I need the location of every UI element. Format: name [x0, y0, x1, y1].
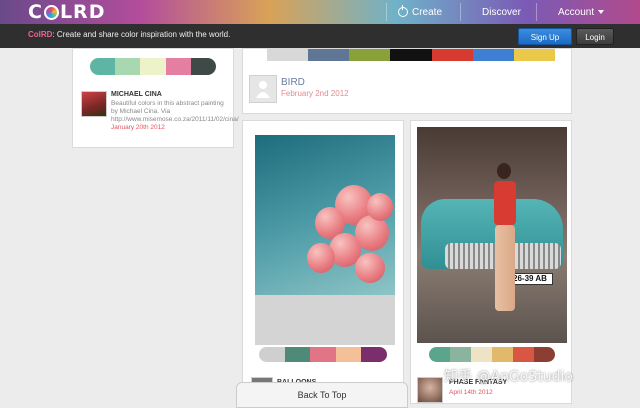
chevron-down-icon: [598, 10, 605, 14]
swatch[interactable]: [390, 49, 432, 61]
palette-strip[interactable]: [267, 49, 555, 61]
palette-image[interactable]: [255, 135, 395, 345]
swatch[interactable]: [471, 347, 492, 362]
balloons-photo: [255, 135, 395, 295]
palette-card-michael-cina[interactable]: MICHAEL CINA Beautiful colors in this ab…: [72, 48, 239, 148]
palette-swatches[interactable]: [429, 347, 555, 362]
swatch[interactable]: [140, 58, 166, 75]
avatar[interactable]: [81, 91, 107, 117]
palette-title[interactable]: BIRD: [281, 77, 305, 88]
nav-create-link[interactable]: Create: [398, 0, 442, 24]
welcome-bar: ColRD: Create and share color inspiratio…: [0, 24, 640, 48]
swatch[interactable]: [165, 58, 191, 75]
swatch[interactable]: [349, 49, 391, 61]
login-button[interactable]: Login: [576, 28, 614, 45]
top-nav-bar: C LRD Create Discover Account: [0, 0, 640, 24]
swatch[interactable]: [308, 49, 350, 61]
swatch[interactable]: [190, 58, 216, 75]
palette-swatches[interactable]: [259, 347, 387, 362]
description-text: Beautiful colors in this abstract painti…: [111, 100, 239, 123]
nav-discover-label: Discover: [482, 6, 521, 18]
palette-card-balloons[interactable]: BALLOONS: [242, 120, 404, 404]
nav-create-label: Create: [412, 6, 443, 18]
nav-divider: [460, 3, 461, 21]
swatch[interactable]: [450, 347, 471, 362]
tagline-brand: ColRD: [28, 30, 53, 39]
palette-date: February 2nd 2012: [281, 89, 349, 98]
nav-discover-link[interactable]: Discover: [482, 0, 521, 24]
palette-date: January 20th 2012: [111, 124, 165, 131]
palette-card-bird[interactable]: BIRD February 2nd 2012: [242, 48, 572, 114]
palette-description: Beautiful colors in this abstract painti…: [111, 100, 239, 132]
tagline: ColRD: Create and share color inspiratio…: [28, 30, 230, 39]
swatch[interactable]: [115, 58, 141, 75]
avatar[interactable]: [417, 377, 443, 403]
balloon: [355, 253, 385, 283]
back-to-top-button[interactable]: Back To Top: [236, 382, 408, 408]
swatch[interactable]: [284, 347, 311, 362]
swatch[interactable]: [361, 347, 387, 362]
tagline-text: : Create and share color inspiration wit…: [52, 30, 231, 39]
swatch[interactable]: [513, 347, 534, 362]
swatch[interactable]: [310, 347, 336, 362]
balloon: [307, 243, 335, 273]
signup-button[interactable]: Sign Up: [518, 28, 572, 45]
palette-card-pinup[interactable]: 26-39 AB PHASE FANTASY April 14th 2012: [410, 120, 572, 404]
power-icon: [398, 5, 408, 17]
color-wheel-icon: [43, 4, 59, 20]
swatch[interactable]: [431, 49, 473, 61]
swatch[interactable]: [534, 347, 555, 362]
swatch[interactable]: [335, 347, 362, 362]
swatch[interactable]: [90, 58, 116, 75]
nav-account-label: Account: [558, 6, 595, 18]
swatch[interactable]: [472, 49, 514, 61]
swatch[interactable]: [259, 347, 285, 362]
nav-divider: [536, 3, 537, 21]
colrd-logo[interactable]: C LRD: [28, 1, 105, 23]
logo-text-left: C: [28, 1, 43, 23]
person-icon: [256, 81, 270, 98]
balloon: [367, 193, 393, 221]
swatch[interactable]: [513, 49, 555, 61]
woman-figure: [489, 163, 519, 323]
default-avatar[interactable]: [249, 75, 277, 103]
palette-date: April 14th 2012: [449, 389, 493, 396]
swatch[interactable]: [267, 49, 309, 61]
logo-text-right: LRD: [59, 1, 106, 23]
watermark: 知乎 @AnGoStudio: [444, 369, 573, 385]
palette-image[interactable]: 26-39 AB: [417, 127, 567, 343]
swatch[interactable]: [429, 347, 450, 362]
swatch[interactable]: [492, 347, 513, 362]
nav-account-menu[interactable]: Account: [558, 0, 605, 24]
palette-swatches[interactable]: [90, 58, 216, 75]
nav-divider: [386, 3, 387, 21]
author-name[interactable]: MICHAEL CINA: [111, 91, 162, 98]
